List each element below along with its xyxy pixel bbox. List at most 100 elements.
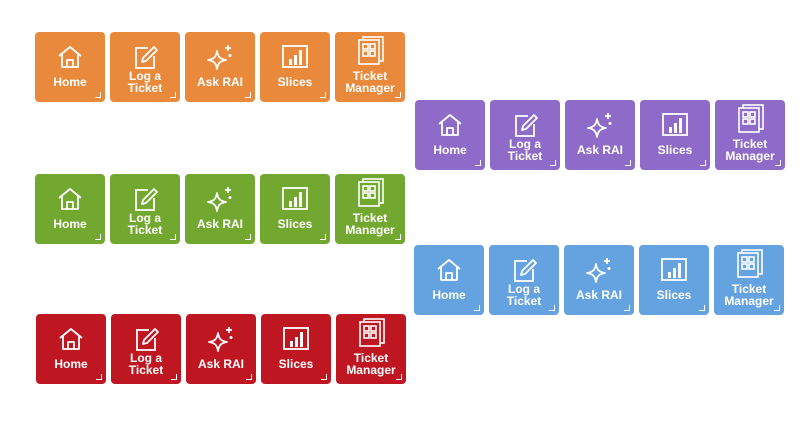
corner-indicator <box>170 234 176 240</box>
corner-indicator <box>320 234 326 240</box>
sparkle-icon <box>206 324 236 354</box>
log-ticket-tile[interactable]: Log a Ticket <box>110 174 180 244</box>
log-ticket-label: Log a Ticket <box>507 137 543 163</box>
corner-indicator <box>171 374 177 380</box>
ask-rai-label: Ask RAI <box>575 288 622 302</box>
log-ticket-tile[interactable]: Log a Ticket <box>489 245 559 315</box>
bar-chart-icon <box>660 110 690 140</box>
corner-indicator <box>395 234 401 240</box>
log-ticket-label: Log a Ticket <box>506 282 542 308</box>
corner-indicator <box>245 92 251 98</box>
home-tile[interactable]: Home <box>35 174 105 244</box>
home-tile[interactable]: Home <box>35 32 105 102</box>
corner-indicator <box>245 234 251 240</box>
ticket-manager-label: Ticket Manager <box>725 137 775 163</box>
log-ticket-tile[interactable]: Log a Ticket <box>490 100 560 170</box>
sparkle-icon <box>585 110 615 140</box>
ticket-manager-tile[interactable]: Ticket Manager <box>335 32 405 102</box>
corner-indicator <box>395 92 401 98</box>
corner-indicator <box>246 374 252 380</box>
grid-stack-icon <box>734 249 764 279</box>
ticket-manager-tile[interactable]: Ticket Manager <box>335 174 405 244</box>
log-ticket-label: Log a Ticket <box>127 211 163 237</box>
corner-indicator <box>170 92 176 98</box>
slices-tile[interactable]: Slices <box>260 174 330 244</box>
ticket-manager-tile[interactable]: Ticket Manager <box>714 245 784 315</box>
log-ticket-tile[interactable]: Log a Ticket <box>110 32 180 102</box>
ticket-manager-tile[interactable]: Ticket Manager <box>715 100 785 170</box>
tile-row-purple: Home Log a Ticket Ask RAI Slices Ticket … <box>415 100 785 170</box>
ask-rai-tile[interactable]: Ask RAI <box>565 100 635 170</box>
tile-row-green: Home Log a Ticket Ask RAI Slices Ticket … <box>35 174 405 244</box>
bar-chart-icon <box>280 184 310 214</box>
ask-rai-label: Ask RAI <box>196 75 243 89</box>
bar-chart-icon <box>280 42 310 72</box>
corner-indicator <box>550 160 556 166</box>
grid-stack-icon <box>355 178 385 208</box>
ticket-manager-label: Ticket Manager <box>345 211 395 237</box>
home-icon <box>55 184 85 214</box>
corner-indicator <box>475 160 481 166</box>
bar-chart-icon <box>659 255 689 285</box>
home-tile[interactable]: Home <box>414 245 484 315</box>
ticket-manager-tile[interactable]: Ticket Manager <box>336 314 406 384</box>
bar-chart-icon <box>281 324 311 354</box>
home-icon <box>435 110 465 140</box>
ticket-manager-label: Ticket Manager <box>345 69 395 95</box>
home-label: Home <box>433 143 467 157</box>
slices-label: Slices <box>277 75 313 89</box>
corner-indicator <box>474 305 480 311</box>
corner-indicator <box>699 305 705 311</box>
home-label: Home <box>54 357 88 371</box>
grid-stack-icon <box>735 104 765 134</box>
corner-indicator <box>774 305 780 311</box>
home-label: Home <box>53 217 87 231</box>
corner-indicator <box>95 92 101 98</box>
tile-row-orange: Home Log a Ticket Ask RAI Slices Ticket … <box>35 32 405 102</box>
slices-tile[interactable]: Slices <box>640 100 710 170</box>
ask-rai-label: Ask RAI <box>197 357 244 371</box>
edit-ticket-icon <box>509 255 539 285</box>
slices-label: Slices <box>656 288 692 302</box>
corner-indicator <box>549 305 555 311</box>
corner-indicator <box>96 374 102 380</box>
corner-indicator <box>700 160 706 166</box>
ask-rai-label: Ask RAI <box>196 217 243 231</box>
corner-indicator <box>625 160 631 166</box>
home-tile[interactable]: Home <box>415 100 485 170</box>
corner-indicator <box>775 160 781 166</box>
edit-ticket-icon <box>131 324 161 354</box>
log-ticket-label: Log a Ticket <box>128 351 164 377</box>
ask-rai-label: Ask RAI <box>576 143 623 157</box>
tile-row-red: Home Log a Ticket Ask RAI Slices Ticket … <box>36 314 406 384</box>
corner-indicator <box>321 374 327 380</box>
corner-indicator <box>95 234 101 240</box>
home-tile[interactable]: Home <box>36 314 106 384</box>
ask-rai-tile[interactable]: Ask RAI <box>185 32 255 102</box>
edit-ticket-icon <box>510 110 540 140</box>
slices-label: Slices <box>278 357 314 371</box>
edit-ticket-icon <box>130 42 160 72</box>
sparkle-icon <box>205 184 235 214</box>
edit-ticket-icon <box>130 184 160 214</box>
ask-rai-tile[interactable]: Ask RAI <box>186 314 256 384</box>
home-icon <box>56 324 86 354</box>
grid-stack-icon <box>356 318 386 348</box>
slices-tile[interactable]: Slices <box>261 314 331 384</box>
corner-indicator <box>320 92 326 98</box>
sparkle-icon <box>205 42 235 72</box>
home-label: Home <box>53 75 87 89</box>
log-ticket-tile[interactable]: Log a Ticket <box>111 314 181 384</box>
log-ticket-label: Log a Ticket <box>127 69 163 95</box>
slices-label: Slices <box>657 143 693 157</box>
ask-rai-tile[interactable]: Ask RAI <box>564 245 634 315</box>
ticket-manager-label: Ticket Manager <box>346 351 396 377</box>
slices-tile[interactable]: Slices <box>639 245 709 315</box>
sparkle-icon <box>584 255 614 285</box>
corner-indicator <box>396 374 402 380</box>
ask-rai-tile[interactable]: Ask RAI <box>185 174 255 244</box>
grid-stack-icon <box>355 36 385 66</box>
home-icon <box>434 255 464 285</box>
slices-tile[interactable]: Slices <box>260 32 330 102</box>
tile-row-blue: Home Log a Ticket Ask RAI Slices Ticket … <box>414 245 784 315</box>
